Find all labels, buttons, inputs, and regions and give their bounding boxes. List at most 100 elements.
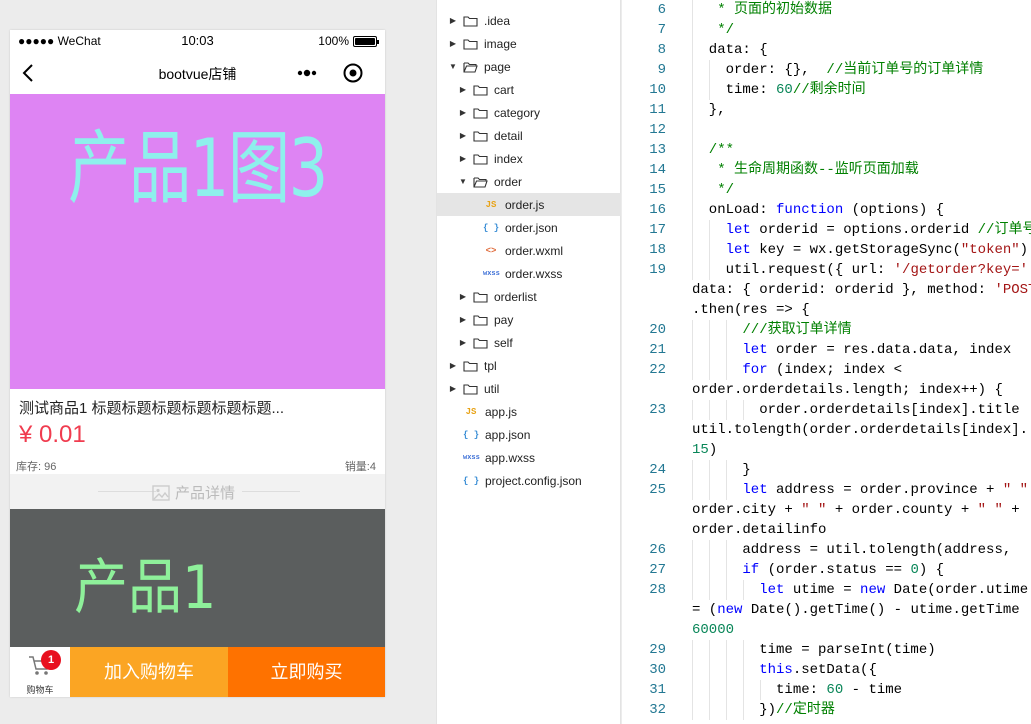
more-button[interactable]	[294, 62, 324, 84]
code-token: orderid = options.orderid	[750, 222, 978, 238]
code-line[interactable]: util.tolength(order.orderdetails[index].	[692, 420, 1028, 440]
code-line[interactable]: this.setData({	[692, 660, 877, 680]
chevron-right-icon[interactable]: ▶	[459, 154, 467, 163]
chevron-right-icon[interactable]: ▶	[459, 108, 467, 117]
tree-file[interactable]: wxss order.wxss	[437, 262, 621, 285]
code-line[interactable]: data: {	[692, 40, 768, 60]
cart-button[interactable]: 1 购物车	[10, 647, 70, 697]
code-line[interactable]: util.request({ url: '/getorder?key='	[692, 260, 1028, 280]
js-file-icon: JS	[485, 199, 497, 210]
code-line[interactable]: data: { orderid: orderid }, method: 'POS…	[692, 280, 1031, 300]
code-token: address = util.tolength(address,	[692, 542, 1012, 558]
buy-now-button[interactable]: 立即购买	[228, 647, 385, 697]
code-line[interactable]: * 页面的初始数据	[692, 0, 832, 20]
tree-file[interactable]: { } app.json	[437, 423, 621, 446]
nav-bar: bootvue店铺	[10, 52, 385, 94]
line-number: 22	[649, 362, 666, 378]
tree-file[interactable]: wxss app.wxss	[437, 446, 621, 469]
code-line[interactable]: let address = order.province + " "	[692, 480, 1028, 500]
tree-item-label: index	[494, 151, 523, 166]
line-number: 8	[657, 42, 666, 58]
json-file-icon: { }	[483, 222, 500, 233]
code-token: */	[692, 182, 735, 198]
code-line[interactable]: time: 60 - time	[692, 680, 902, 700]
code-editor[interactable]: 6 * 页面的初始数据 7 */ 8 data: {9 order: {}, //当…	[622, 0, 1031, 724]
code-line[interactable]: 15)	[692, 440, 717, 460]
indent-guide	[709, 60, 710, 80]
code-line[interactable]: time: 60//剩余时间	[692, 80, 866, 100]
code-line[interactable]: .then(res => {	[692, 300, 810, 320]
phone-simulator: ●●●●● WeChat 10:03 100% bootvue店铺 产品1图3 …	[10, 30, 385, 697]
chevron-right-icon[interactable]: ▶	[449, 384, 457, 393]
code-line[interactable]: order: {}, //当前订单号的订单详情	[692, 60, 984, 80]
indent-guide	[692, 480, 693, 500]
tree-folder[interactable]: ▶ self	[437, 331, 621, 354]
code-line[interactable]: */	[692, 20, 734, 40]
chevron-right-icon[interactable]: ▶	[459, 131, 467, 140]
code-line[interactable]: let order = res.data.data, index	[692, 340, 1011, 360]
chevron-right-icon[interactable]: ▶	[449, 361, 457, 370]
add-to-cart-button[interactable]: 加入购物车	[70, 647, 228, 697]
tree-folder[interactable]: ▶ pay	[437, 308, 621, 331]
code-token: new	[860, 582, 886, 598]
code-line[interactable]: ///获取订单详情	[692, 320, 851, 340]
code-token: 'POST'	[994, 282, 1031, 298]
chevron-down-icon[interactable]: ▼	[449, 62, 457, 71]
chevron-right-icon[interactable]: ▶	[449, 39, 457, 48]
code-line[interactable]: */	[692, 180, 734, 200]
tree-folder[interactable]: ▶ image	[437, 32, 621, 55]
code-line[interactable]: * 生命周期函数--监听页面加载	[692, 160, 919, 180]
folder-icon	[473, 337, 488, 349]
tree-folder[interactable]: ▶ index	[437, 147, 621, 170]
tree-folder[interactable]: ▶ util	[437, 377, 621, 400]
code-line[interactable]: }	[692, 460, 750, 480]
code-line[interactable]: = (new Date().getTime() - utime.getTime	[692, 600, 1020, 620]
tree-folder[interactable]: ▼ order	[437, 170, 621, 193]
tree-folder[interactable]: ▶ cart	[437, 78, 621, 101]
wxss-file-icon: wxss	[483, 269, 500, 278]
code-line[interactable]: time = parseInt(time)	[692, 640, 935, 660]
code-line[interactable]: onLoad: function (options) {	[692, 200, 944, 220]
tree-file[interactable]: { } project.config.json	[437, 469, 621, 492]
close-miniprogram-button[interactable]	[342, 62, 364, 84]
chevron-right-icon[interactable]: ▶	[459, 85, 467, 94]
indent-guide	[709, 580, 710, 600]
code-line[interactable]: /**	[692, 140, 734, 160]
code-line[interactable]: address = util.tolength(address,	[692, 540, 1011, 560]
tree-folder[interactable]: ▶ .idea	[437, 9, 621, 32]
chevron-right-icon[interactable]: ▶	[459, 338, 467, 347]
tree-file[interactable]: JS order.js	[437, 193, 621, 216]
code-line[interactable]: order.city + " " + order.county + " " +	[692, 500, 1020, 520]
indent-guide	[709, 460, 710, 480]
tree-file[interactable]: <> order.wxml	[437, 239, 621, 262]
tree-file[interactable]: JS app.js	[437, 400, 621, 423]
tree-folder[interactable]: ▶ orderlist	[437, 285, 621, 308]
stock-count: 库存: 96	[16, 461, 57, 473]
code-line[interactable]: 60000	[692, 620, 734, 640]
code-line[interactable]: let key = wx.getStorageSync("token")	[692, 240, 1028, 260]
product-title: 测试商品1 标题标题标题标题标题标题...	[19, 400, 285, 417]
tree-item-label: pay	[494, 312, 514, 327]
tree-file[interactable]: { } order.json	[437, 216, 621, 239]
tree-folder[interactable]: ▼ page	[437, 55, 621, 78]
chevron-down-icon[interactable]: ▼	[459, 177, 467, 186]
chevron-right-icon[interactable]: ▶	[459, 315, 467, 324]
code-line[interactable]: for (index; index <	[692, 360, 902, 380]
tree-folder[interactable]: ▶ detail	[437, 124, 621, 147]
code-line[interactable]: },	[692, 100, 726, 120]
chevron-right-icon[interactable]: ▶	[449, 16, 457, 25]
code-line[interactable]: })//定时器	[692, 700, 835, 720]
code-line[interactable]: let orderid = options.orderid //订单号	[692, 220, 1031, 240]
code-line[interactable]: order.detailinfo	[692, 520, 826, 540]
folder-open-icon	[473, 176, 488, 188]
tree-folder[interactable]: ▶ category	[437, 101, 621, 124]
code-line[interactable]: order.orderdetails.length; index++) {	[692, 380, 1003, 400]
code-line[interactable]: if (order.status == 0) {	[692, 560, 944, 580]
chevron-right-icon[interactable]: ▶	[459, 292, 467, 301]
product-image-banner[interactable]: 产品1图3	[10, 94, 385, 389]
tree-folder[interactable]: ▶ tpl	[437, 354, 621, 377]
detail-image: 产品1	[10, 509, 385, 647]
code-line[interactable]: order.orderdetails[index].title	[692, 400, 1019, 420]
indent-guide	[692, 540, 693, 560]
json-file-icon: { }	[463, 475, 480, 486]
